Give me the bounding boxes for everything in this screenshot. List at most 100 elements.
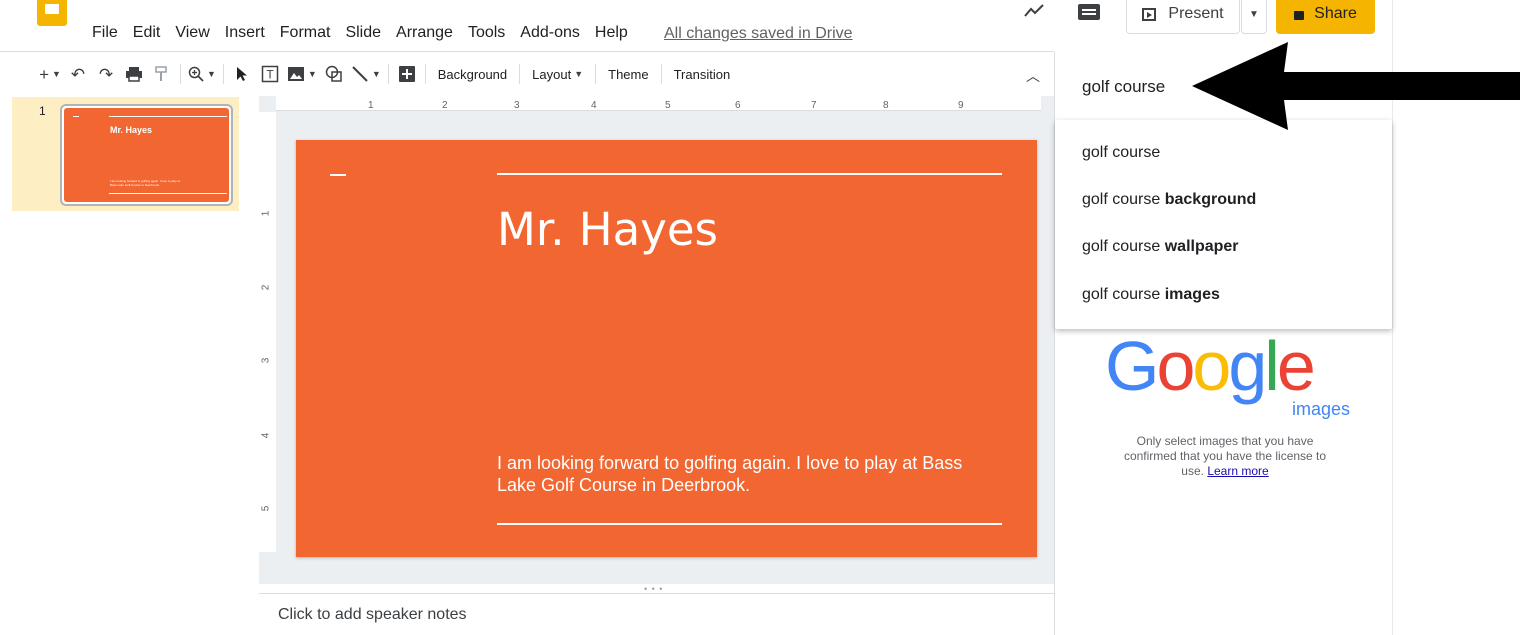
image-button[interactable]: ▼ xyxy=(284,60,320,88)
menu-arrange[interactable]: Arrange xyxy=(396,24,453,42)
menu-addons[interactable]: Add-ons xyxy=(520,24,580,42)
menu-tools[interactable]: Tools xyxy=(468,24,505,42)
slide-body-text[interactable]: I am looking forward to golfing again. I… xyxy=(497,452,997,496)
annotation-arrow-icon xyxy=(1192,42,1520,130)
caret-down-icon: ▼ xyxy=(574,69,584,79)
toolbar-separator xyxy=(660,64,662,84)
ruler-label: 1 xyxy=(260,210,272,217)
ruler-label: 8 xyxy=(883,100,889,111)
ruler-label: 9 xyxy=(958,100,964,111)
caret-down-icon: ▼ xyxy=(371,69,381,79)
text-box-button[interactable]: T xyxy=(256,60,284,88)
new-slide-button[interactable]: + ▼ xyxy=(36,60,64,88)
suggestion-text: golf course xyxy=(1082,238,1165,255)
license-disclaimer: Only select images that you have confirm… xyxy=(1120,434,1330,479)
suggestion-item[interactable]: golf course wallpaper xyxy=(1082,238,1239,256)
menu-insert[interactable]: Insert xyxy=(225,24,265,42)
thumbnail-canvas: Mr. Hayes I am looking forward to golfin… xyxy=(64,108,229,202)
shape-button[interactable] xyxy=(320,60,348,88)
suggestion-text: golf course xyxy=(1082,144,1161,161)
select-cursor-icon xyxy=(236,67,247,81)
slides-logo[interactable] xyxy=(37,0,67,26)
suggestion-bold-text: images xyxy=(1164,286,1220,303)
logo-letter: G xyxy=(1105,327,1159,405)
menu-help[interactable]: Help xyxy=(595,24,628,42)
present-button[interactable]: Present xyxy=(1126,0,1240,34)
add-comment-button[interactable] xyxy=(393,60,421,88)
thumbnail-rule-top xyxy=(109,116,227,117)
background-button[interactable]: Background xyxy=(430,60,515,88)
slide-accent-dash xyxy=(330,174,346,176)
redo-button[interactable]: ↷ xyxy=(92,60,120,88)
caret-down-icon: ▼ xyxy=(207,69,216,79)
vertical-ruler[interactable]: 1 2 3 4 5 xyxy=(259,112,276,552)
ruler-label: 2 xyxy=(442,100,448,111)
ruler-label: 6 xyxy=(735,100,741,111)
toolbar-divider xyxy=(0,51,1054,52)
slide-thumbnail[interactable]: Mr. Hayes I am looking forward to golfin… xyxy=(60,104,233,206)
paint-format-button[interactable] xyxy=(148,60,176,88)
slide-rule-bottom xyxy=(497,523,1002,525)
toolbar-separator xyxy=(519,64,521,84)
toolbar-separator xyxy=(222,64,224,84)
transition-button[interactable]: Transition xyxy=(666,60,739,88)
logo-letter: o xyxy=(1192,327,1231,405)
redo-icon: ↷ xyxy=(98,64,114,84)
lock-icon xyxy=(1294,11,1305,20)
present-dropdown-button[interactable]: ▼ xyxy=(1241,0,1267,34)
suggestion-text: golf course xyxy=(1082,191,1165,208)
ruler-label: 4 xyxy=(591,100,597,111)
present-label: Present xyxy=(1168,5,1224,22)
suggestion-item[interactable]: golf course xyxy=(1082,144,1160,162)
svg-text:T: T xyxy=(266,68,274,82)
menu-file[interactable]: File xyxy=(92,24,118,42)
shape-icon xyxy=(325,65,342,82)
suggestion-item[interactable]: golf course background xyxy=(1082,191,1256,209)
toolbar-separator xyxy=(424,64,426,84)
zoom-icon xyxy=(188,66,204,82)
menu-edit[interactable]: Edit xyxy=(133,24,161,42)
undo-button[interactable]: ↶ xyxy=(64,60,92,88)
comments-icon[interactable] xyxy=(1078,4,1100,20)
logo-letter: g xyxy=(1228,327,1267,405)
ruler-label: 2 xyxy=(260,284,272,291)
caret-down-icon: ▼ xyxy=(1249,8,1259,20)
undo-icon: ↶ xyxy=(70,64,86,84)
save-status-link[interactable]: All changes saved in Drive xyxy=(664,25,853,43)
suggestion-item[interactable]: golf course images xyxy=(1082,286,1220,304)
ruler-label: 5 xyxy=(665,100,671,111)
print-icon xyxy=(126,67,142,82)
activity-trend-icon[interactable] xyxy=(1024,4,1044,18)
ruler-label: 3 xyxy=(260,357,272,364)
select-button[interactable] xyxy=(228,60,256,88)
speaker-notes[interactable]: Click to add speaker notes xyxy=(278,606,467,624)
google-images-sublabel: images xyxy=(1292,399,1351,419)
layout-button[interactable]: Layout ▼ xyxy=(524,60,591,88)
share-button[interactable]: Share xyxy=(1276,0,1375,34)
line-button[interactable]: ▼ xyxy=(348,60,384,88)
menu-view[interactable]: View xyxy=(175,24,209,42)
zoom-button[interactable]: ▼ xyxy=(185,60,219,88)
slide-title[interactable]: Mr. Hayes xyxy=(497,203,718,256)
notes-divider xyxy=(259,593,1054,594)
print-button[interactable] xyxy=(120,60,148,88)
menu-slide[interactable]: Slide xyxy=(345,24,381,42)
learn-more-link[interactable]: Learn more xyxy=(1207,464,1268,478)
plus-icon: + xyxy=(39,64,49,84)
toolbar: + ▼ ↶ ↷ ▼ T ▼ ▼ Background Layout ▼ Theme … xyxy=(36,60,738,88)
logo-letter: l xyxy=(1264,327,1279,405)
caret-down-icon: ▼ xyxy=(307,69,317,79)
line-icon xyxy=(352,66,368,82)
menu-bar: File Edit View Insert Format Slide Arran… xyxy=(92,24,643,42)
slide-rule-top xyxy=(497,173,1002,175)
image-search-input[interactable]: golf course xyxy=(1082,77,1165,97)
ruler-label: 4 xyxy=(260,432,272,439)
horizontal-ruler[interactable]: 1 2 3 4 5 6 7 8 9 xyxy=(276,96,1041,111)
thumbnail-body: I am looking forward to golfing again. I… xyxy=(110,179,181,187)
theme-button[interactable]: Theme xyxy=(600,60,656,88)
search-suggestions-dropdown: golf course golf course background golf … xyxy=(1055,120,1392,329)
slide-number: 1 xyxy=(39,104,46,118)
collapse-chevron-up-icon[interactable]: ︿ xyxy=(1026,66,1040,86)
menu-format[interactable]: Format xyxy=(280,24,331,42)
suggestion-bold-text: background xyxy=(1164,191,1257,208)
